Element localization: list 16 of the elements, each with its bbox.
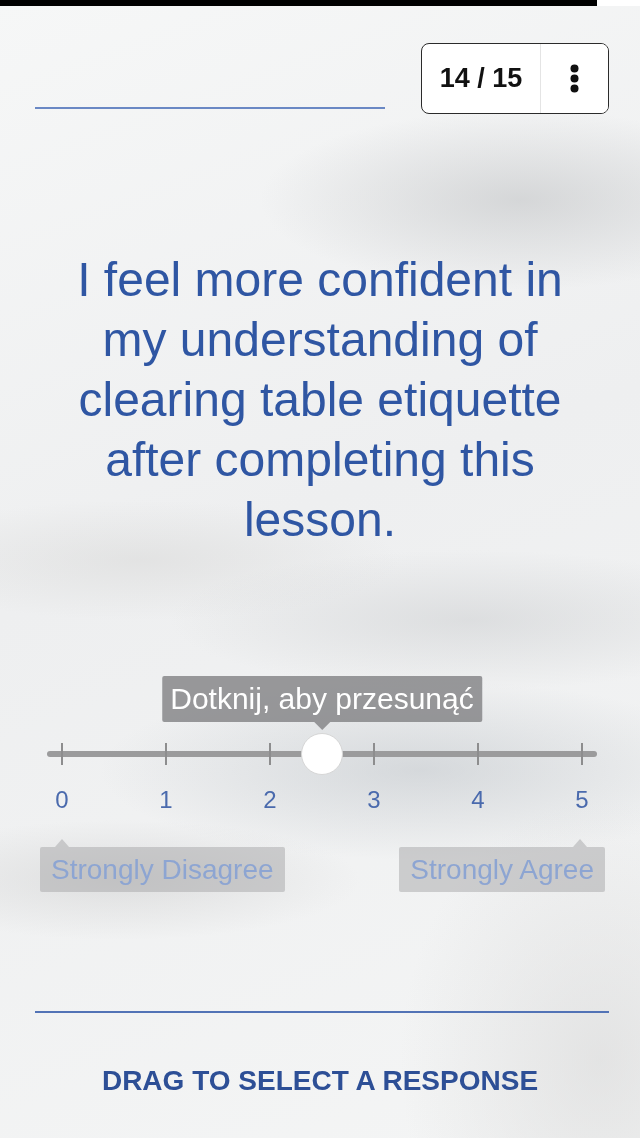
question-text: I feel more confident in my understanding of clearing table etiquette after completing this lesson. bbox=[76, 252, 564, 548]
scale-end-label: Strongly Disagree bbox=[40, 839, 285, 892]
slider-track[interactable] bbox=[47, 733, 597, 775]
scale-number: 2 bbox=[262, 786, 278, 814]
tooltip: Dotknij, aby przesunąć bbox=[162, 676, 482, 730]
scale-number: 3 bbox=[366, 786, 382, 814]
question-counter: 14 / 15 bbox=[438, 62, 524, 96]
scale-number: 4 bbox=[470, 786, 486, 814]
scale-number: 5 bbox=[574, 786, 590, 814]
scale-number: 0 bbox=[54, 786, 70, 814]
menu-button[interactable] bbox=[540, 44, 608, 113]
instruction-text: DRAG TO SELECT A RESPONSE bbox=[100, 1065, 540, 1097]
scale-end-label: Strongly Agree bbox=[399, 839, 605, 892]
slider-thumb[interactable] bbox=[301, 733, 343, 775]
more-icon bbox=[570, 64, 579, 93]
scale-number: 1 bbox=[158, 786, 174, 814]
